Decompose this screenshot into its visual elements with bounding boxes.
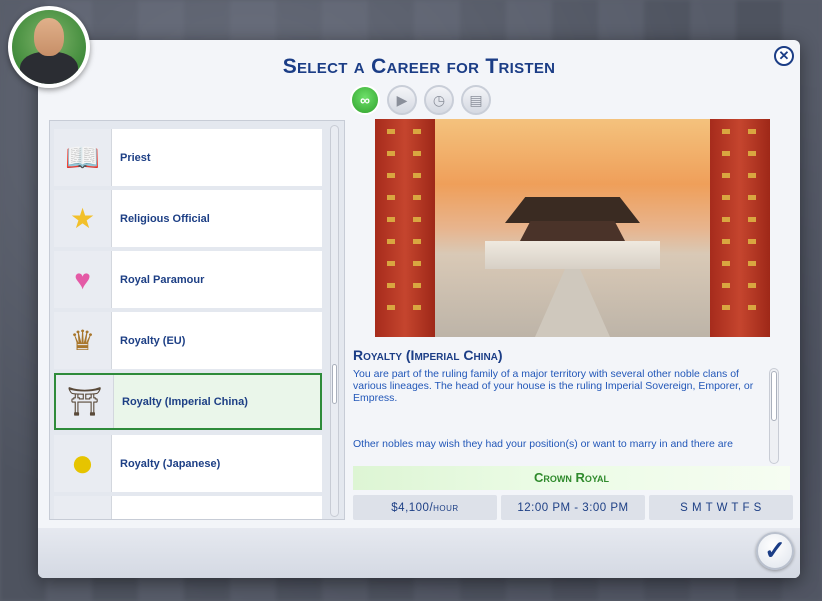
scrollbar-thumb[interactable] [771, 371, 777, 421]
briefcase-play-icon: ▶ [396, 91, 408, 108]
sim-avatar [8, 6, 90, 88]
book-star-icon: 📖 [54, 129, 112, 186]
career-select-dialog: Select a Career for Tristen ✕ ∞ ▶ ◷ ▤ 📖 … [38, 40, 800, 578]
career-item-priest[interactable]: 📖 Priest [54, 129, 322, 186]
freelance-filter[interactable]: ▤ [461, 85, 491, 115]
career-list: 📖 Priest ★ Religious Official ♥ Royal Pa… [49, 120, 345, 520]
close-icon: ✕ [778, 48, 790, 63]
dialog-footer [38, 528, 800, 578]
career-list-scrollbar[interactable] [330, 125, 339, 517]
palace-lower-roof [520, 221, 625, 241]
palace-path [535, 269, 610, 337]
career-item-religious-official[interactable]: ★ Religious Official [54, 190, 322, 247]
description-paragraph: Other nobles may wish they had your posi… [353, 438, 733, 450]
palace-roof [505, 197, 640, 223]
active-careers-filter[interactable]: ▶ [387, 85, 417, 115]
career-item-label: Royalty (Japanese) [120, 457, 221, 470]
career-title: Royalty (Imperial China) [353, 347, 503, 363]
gold-sun-icon: ● [54, 435, 112, 492]
close-button[interactable]: ✕ [774, 46, 794, 66]
palace-icon: ⛩ [56, 375, 114, 428]
career-item-royalty-eu[interactable]: ♛ Royalty (EU) [54, 312, 322, 369]
career-item-label: Royal Paramour [120, 273, 205, 286]
palace-terrace [485, 241, 660, 269]
career-item-label: Royalty (Imperial China) [122, 395, 248, 408]
career-days: S M T W T F S [649, 495, 793, 520]
career-hours: 12:00 PM - 3:00 PM [501, 495, 645, 520]
career-item-royalty-japanese[interactable]: ● Royalty (Japanese) [54, 435, 322, 492]
career-item-label: Royalty (EU) [120, 334, 186, 347]
career-item-label: Religious Official [120, 212, 210, 225]
dialog-title: Select a Career for Tristen [282, 55, 556, 78]
all-careers-filter[interactable]: ∞ [350, 85, 380, 115]
career-image [375, 119, 770, 337]
career-description: You are part of the ruling family of a m… [353, 368, 765, 460]
career-item-royal-paramour[interactable]: ♥ Royal Paramour [54, 251, 322, 308]
hearts-icon: ♥ [54, 251, 112, 308]
scrollbar-thumb[interactable] [332, 364, 337, 404]
red-gate-right [710, 119, 770, 337]
part-time-filter[interactable]: ◷ [424, 85, 454, 115]
checkmark-icon: ✓ [764, 535, 786, 565]
confirm-button[interactable]: ✓ [756, 532, 794, 570]
shooting-star-icon: ★ [54, 190, 112, 247]
briefcase-stack-icon: ▤ [469, 91, 483, 108]
career-item-royalty-imperial-china[interactable]: ⛩ Royalty (Imperial China) [54, 373, 322, 430]
career-item-label: Priest [120, 151, 151, 164]
description-scrollbar[interactable] [769, 368, 779, 464]
red-gate-left [375, 119, 435, 337]
infinity-icon: ∞ [360, 92, 370, 108]
career-branch: Crown Royal [353, 466, 790, 490]
sim-portrait [12, 10, 86, 84]
career-filter-bar: ∞ ▶ ◷ ▤ [350, 85, 491, 115]
career-pay: $4,100/hour [353, 495, 497, 520]
partial-item-icon: ◐ [54, 496, 112, 519]
briefcase-clock-icon: ◷ [432, 91, 446, 108]
crown-icon: ♛ [54, 312, 112, 369]
career-item-partial[interactable]: ◐ [54, 496, 322, 519]
career-info-row: $4,100/hour 12:00 PM - 3:00 PM S M T W T… [353, 495, 793, 520]
description-paragraph: You are part of the ruling family of a m… [353, 368, 754, 404]
